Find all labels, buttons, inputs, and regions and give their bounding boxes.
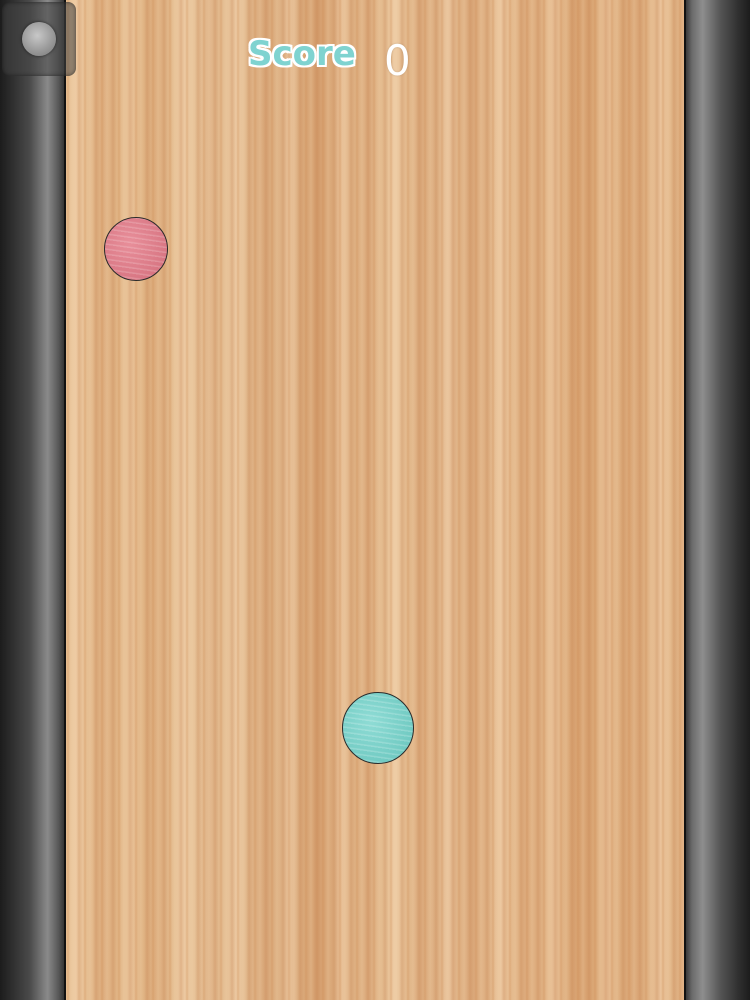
left-rail — [0, 0, 66, 1000]
pause-button[interactable] — [2, 2, 76, 76]
score-value: 0 — [384, 36, 411, 85]
score-label: Score — [248, 34, 356, 74]
pause-circle-icon — [22, 22, 56, 56]
teal-ball[interactable] — [342, 692, 414, 764]
right-rail — [684, 0, 750, 1000]
game-screen[interactable]: Score 0 — [0, 0, 750, 1000]
left-board-edge — [64, 0, 66, 1000]
right-board-edge — [684, 0, 686, 1000]
wood-board[interactable] — [66, 0, 684, 1000]
pink-ball[interactable] — [104, 217, 168, 281]
